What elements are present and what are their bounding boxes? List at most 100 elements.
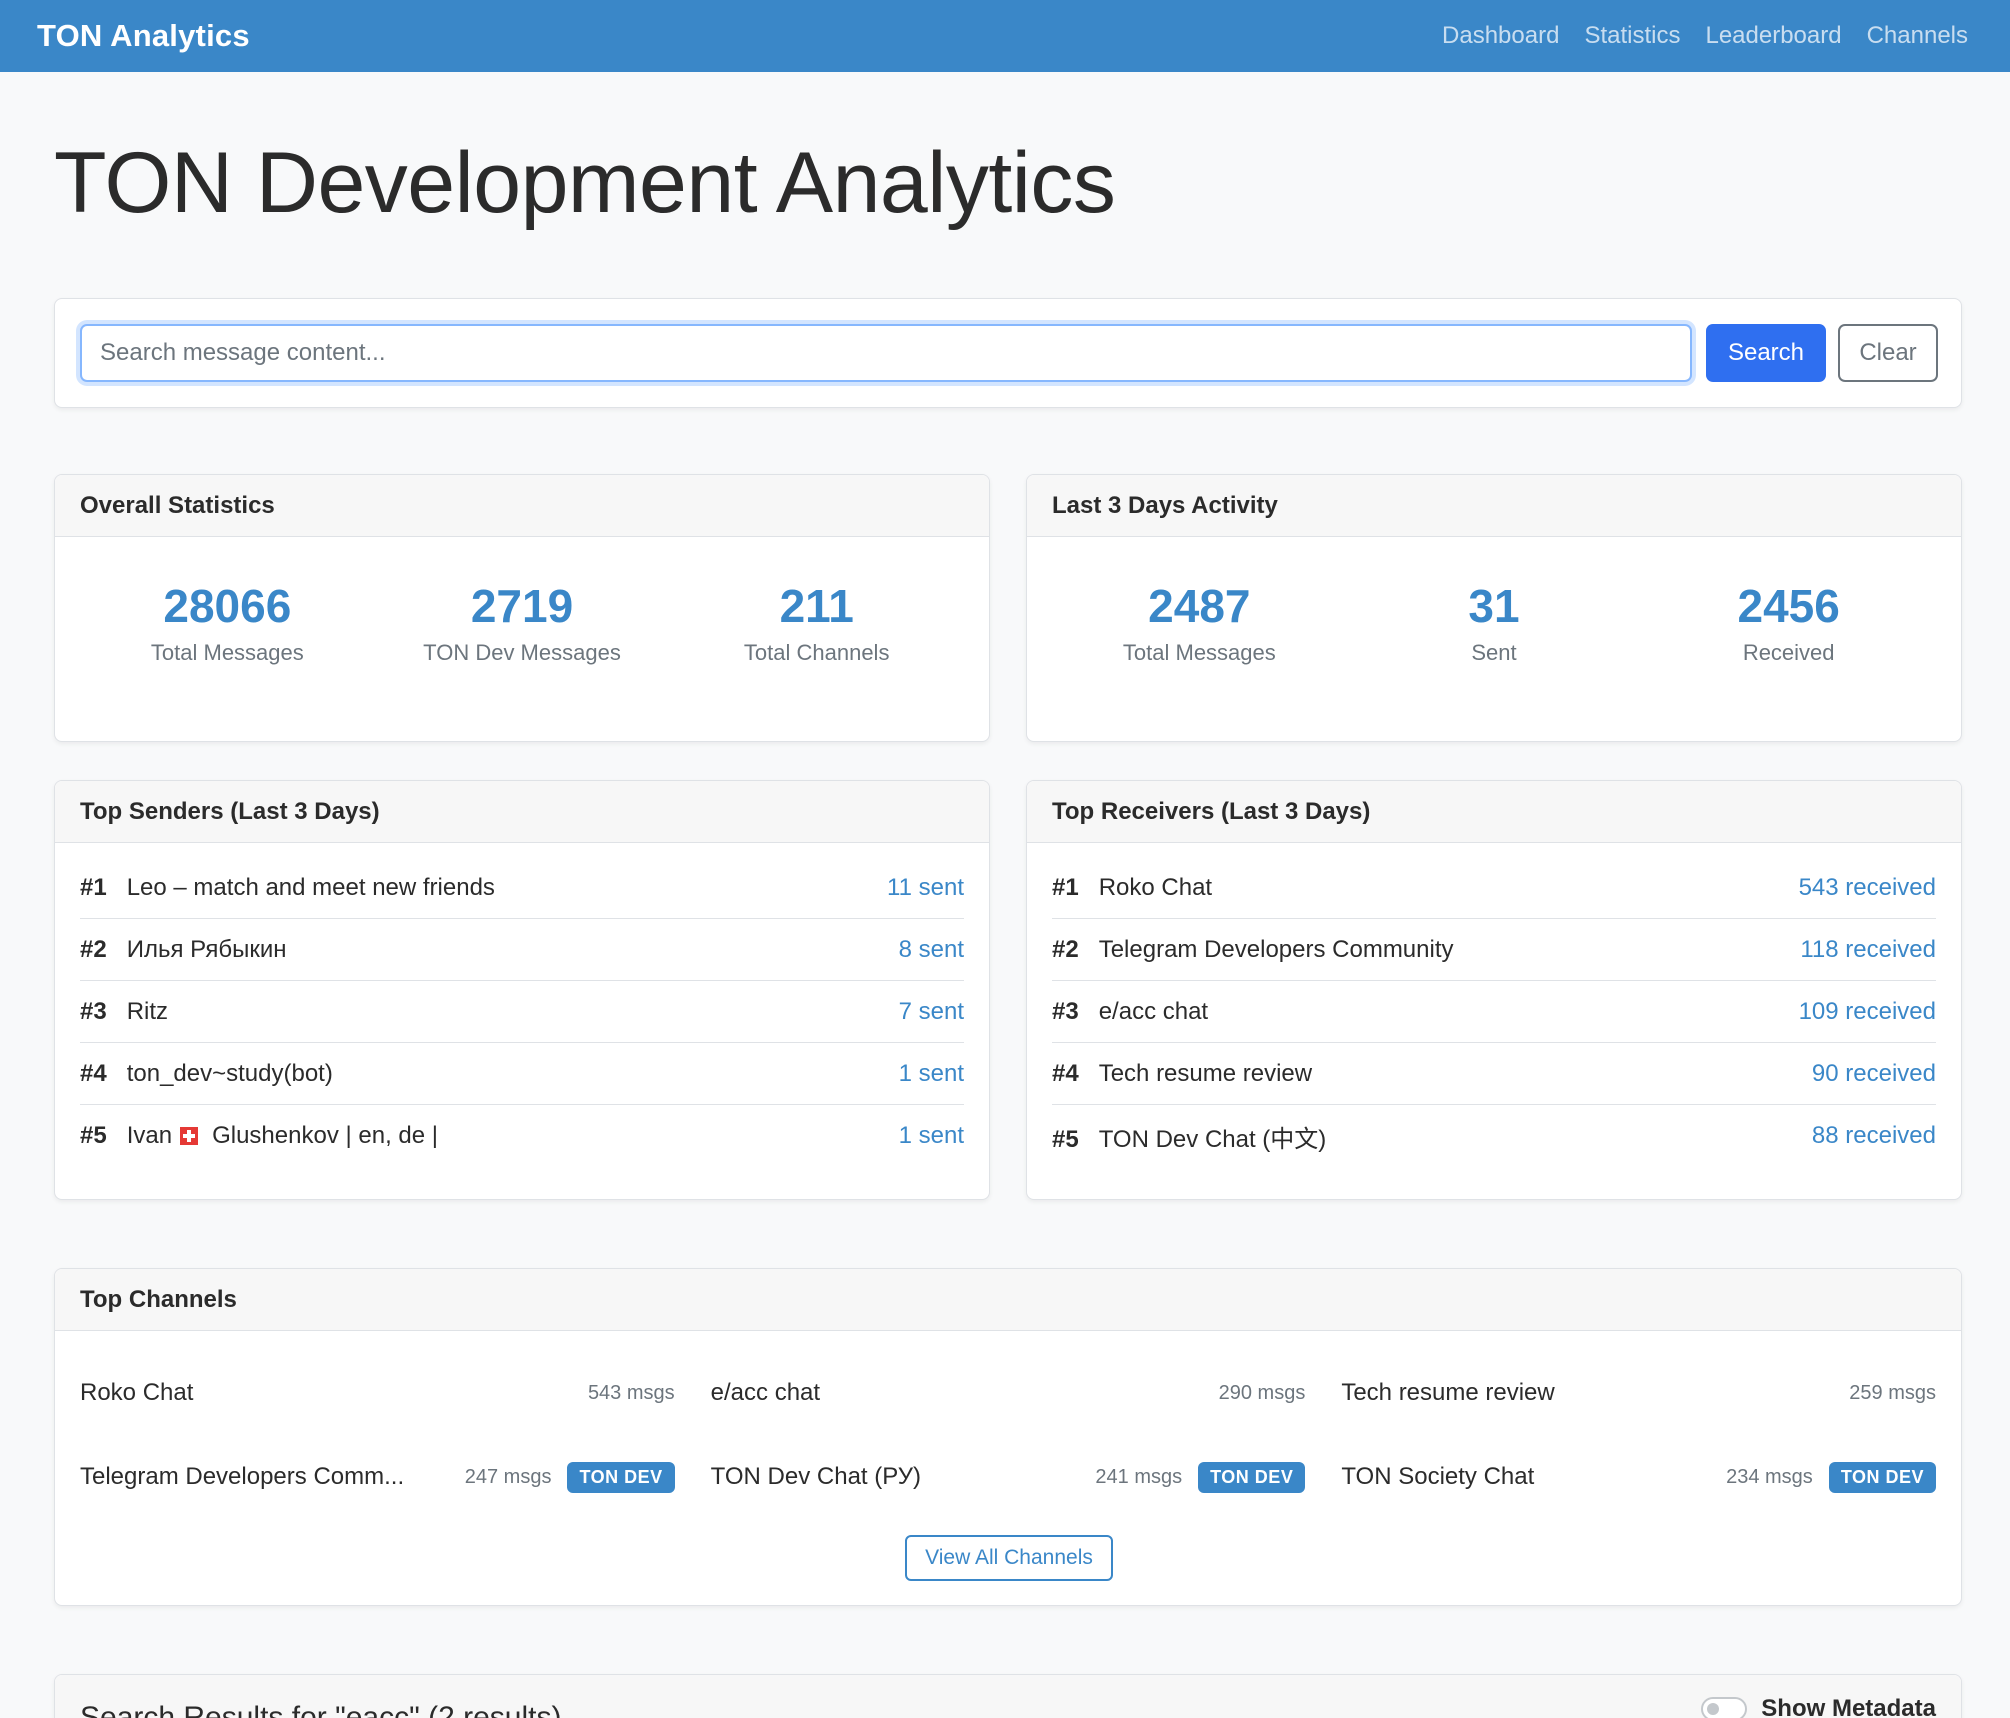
- channel-item[interactable]: Tech resume review 259 msgs: [1341, 1351, 1936, 1435]
- channel-msg-count: 290 msgs: [1218, 1381, 1306, 1404]
- card-title: Top Receivers (Last 3 Days): [1027, 781, 1961, 843]
- stat-value: 28066: [163, 580, 292, 632]
- receivers-list: #1 Roko Chat 543 received #2 Telegram Deve…: [1027, 857, 1961, 1167]
- received-count: 90 received: [1811, 1059, 1936, 1087]
- list-item[interactable]: #1 Roko Chat 543 received: [1052, 857, 1936, 919]
- brand-logo[interactable]: TON Analytics: [37, 18, 250, 54]
- rank-label: #2: [80, 935, 107, 963]
- channel-item[interactable]: Roko Chat 543 msgs: [80, 1351, 675, 1435]
- stat-label: Sent: [1471, 639, 1517, 665]
- list-item[interactable]: #4 ton_dev~study(bot) 1 sent: [80, 1043, 964, 1105]
- list-item[interactable]: #2 Telegram Developers Community 118 rece…: [1052, 919, 1936, 981]
- rank-label: #3: [1052, 997, 1079, 1025]
- rank-label: #4: [1052, 1059, 1079, 1087]
- show-metadata-label: Show Metadata: [1761, 1695, 1936, 1718]
- nav-links: Dashboard Statistics Leaderboard Channel…: [1417, 22, 1968, 50]
- channel-msg-count: 234 msgs: [1726, 1465, 1813, 1488]
- receiver-name: Roko Chat: [1098, 873, 1213, 901]
- search-card: Search Clear: [54, 298, 1962, 408]
- clear-button[interactable]: Clear: [1838, 324, 1938, 382]
- search-input[interactable]: [80, 324, 1692, 382]
- sent-count: 1 sent: [898, 1122, 964, 1149]
- stat-total-channels: 211 Total Channels: [669, 581, 964, 666]
- nav-link-channels[interactable]: Channels: [1867, 22, 1968, 50]
- receiver-name: e/acc chat: [1098, 997, 1209, 1025]
- sender-name-last: Glushenkov | en, de |: [212, 1122, 439, 1149]
- overall-statistics-card: Overall Statistics 28066 Total Messages …: [54, 474, 990, 742]
- stat-value: 2719: [470, 580, 574, 632]
- channel-item[interactable]: Telegram Developers Comm... 247 msgs TON…: [80, 1435, 675, 1519]
- channel-item[interactable]: TON Dev Chat (РУ) 241 msgs TON DEV: [711, 1435, 1306, 1519]
- receiver-name: Tech resume review: [1098, 1059, 1313, 1087]
- channel-name: TON Society Chat: [1341, 1463, 1535, 1490]
- stat-ton-dev-messages: 2719 TON Dev Messages: [375, 581, 670, 666]
- channel-msg-count: 543 msgs: [587, 1381, 675, 1404]
- rank-label: #1: [80, 873, 107, 901]
- recent-activity-card: Last 3 Days Activity 2487 Total Messages…: [1026, 474, 1962, 742]
- top-navbar: TON Analytics Dashboard Statistics Leade…: [0, 0, 2010, 72]
- channel-name: e/acc chat: [710, 1379, 821, 1406]
- list-item[interactable]: #3 Ritz 7 sent: [80, 981, 964, 1043]
- channel-name: Tech resume review: [1341, 1379, 1555, 1406]
- sent-count: 11 sent: [887, 873, 964, 901]
- top-receivers-card: Top Receivers (Last 3 Days) #1 Roko Chat …: [1026, 780, 1962, 1200]
- results-header: Search Results for "eacc" (2 results) Sh…: [55, 1675, 1961, 1718]
- page-title: TON Development Analytics: [54, 135, 1116, 231]
- channel-name: TON Dev Chat (РУ): [710, 1463, 921, 1490]
- top-channels-card: Top Channels Roko Chat 543 msgs e/acc ch…: [54, 1268, 1962, 1606]
- rank-label: #3: [80, 997, 107, 1025]
- sender-name: Leo – match and meet new friends: [126, 873, 495, 901]
- sender-name-first: Ivan: [126, 1122, 173, 1149]
- channel-msg-count: 241 msgs: [1095, 1465, 1183, 1488]
- received-count: 109 received: [1798, 997, 1936, 1025]
- rank-label: #5: [80, 1122, 107, 1149]
- card-title: Top Channels: [55, 1269, 1961, 1331]
- received-count: 543 received: [1798, 873, 1936, 901]
- received-count: 88 received: [1811, 1122, 1936, 1149]
- metadata-toggle-wrap: Show Metadata: [1701, 1675, 1936, 1718]
- sender-name: Илья Рябыкин: [126, 935, 287, 963]
- stat-value: 2487: [1148, 580, 1251, 632]
- stat-value: 211: [779, 580, 854, 632]
- nav-link-leaderboard[interactable]: Leaderboard: [1705, 22, 1841, 50]
- rank-label: #5: [1052, 1125, 1079, 1153]
- stat-label: Total Channels: [743, 639, 890, 665]
- rank-label: #1: [1052, 873, 1079, 901]
- received-count: 118 received: [1800, 935, 1936, 963]
- swiss-flag-icon: [180, 1127, 199, 1145]
- stat-value: 2456: [1737, 580, 1840, 632]
- channel-msg-count: 247 msgs: [464, 1465, 552, 1488]
- list-item[interactable]: #5 TON Dev Chat (中文) 88 received: [1052, 1105, 1936, 1167]
- results-title: Search Results for "eacc" (2 results): [80, 1701, 562, 1718]
- nav-link-statistics[interactable]: Statistics: [1584, 22, 1680, 50]
- list-item[interactable]: #5 Ivan Glushenkov | en, de | 1 sent: [80, 1105, 964, 1167]
- sender-name: ton_dev~study(bot): [126, 1059, 333, 1087]
- sent-count: 8 sent: [898, 935, 964, 963]
- list-item[interactable]: #2 Илья Рябыкин 8 sent: [80, 919, 964, 981]
- stat-recent-total-messages: 2487 Total Messages: [1052, 581, 1347, 666]
- rank-label: #2: [1052, 935, 1079, 963]
- show-metadata-toggle[interactable]: [1701, 1697, 1748, 1718]
- sent-count: 1 sent: [898, 1059, 964, 1087]
- ton-dev-badge: TON DEV: [567, 1461, 675, 1493]
- card-title: Overall Statistics: [55, 475, 989, 537]
- sent-count: 7 sent: [898, 997, 964, 1025]
- view-all-channels-button[interactable]: View All Channels: [905, 1535, 1113, 1581]
- sender-name: Ritz: [126, 997, 169, 1025]
- channel-item[interactable]: TON Society Chat 234 msgs TON DEV: [1341, 1435, 1936, 1519]
- senders-list: #1 Leo – match and meet new friends 11 se…: [55, 857, 989, 1167]
- list-item[interactable]: #4 Tech resume review 90 received: [1052, 1043, 1936, 1105]
- stat-received: 2456 Received: [1641, 581, 1936, 666]
- receiver-name: TON Dev Chat (中文): [1098, 1125, 1327, 1153]
- nav-link-dashboard[interactable]: Dashboard: [1442, 22, 1559, 50]
- channel-name: Telegram Developers Comm...: [80, 1463, 405, 1490]
- stat-label: Total Messages: [150, 639, 304, 665]
- channel-item[interactable]: e/acc chat 290 msgs: [711, 1351, 1306, 1435]
- list-item[interactable]: #1 Leo – match and meet new friends 11 se…: [80, 857, 964, 919]
- search-button[interactable]: Search: [1706, 324, 1826, 382]
- stat-total-messages: 28066 Total Messages: [80, 581, 375, 666]
- stat-label: Total Messages: [1122, 639, 1276, 665]
- ton-dev-badge: TON DEV: [1828, 1461, 1936, 1493]
- stat-label: Received: [1742, 639, 1835, 665]
- list-item[interactable]: #3 e/acc chat 109 received: [1052, 981, 1936, 1043]
